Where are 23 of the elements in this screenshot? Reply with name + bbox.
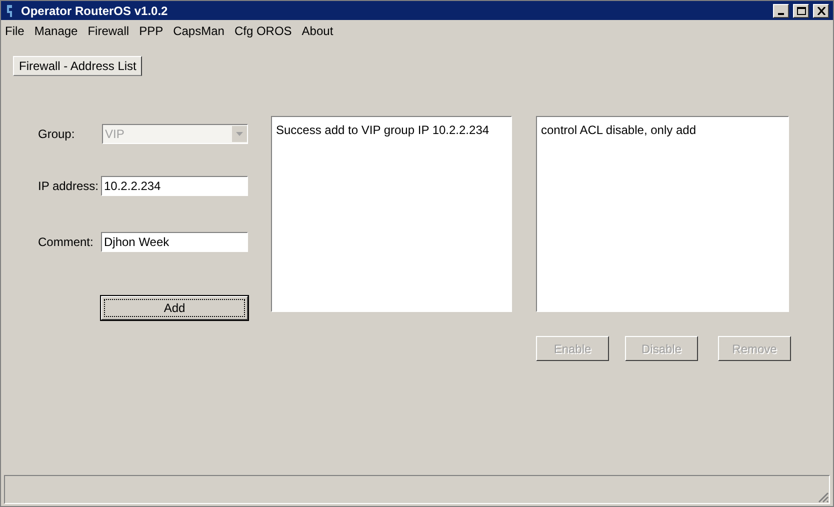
comment-field[interactable]: Djhon Week bbox=[101, 232, 248, 252]
window-title: Operator RouterOS v1.0.2 bbox=[21, 2, 169, 20]
result-text-box[interactable]: Success add to VIP group IP 10.2.2.234 bbox=[271, 116, 512, 312]
minimize-icon bbox=[778, 12, 784, 14]
menu-item[interactable]: File bbox=[5, 22, 24, 40]
maximize-button[interactable] bbox=[793, 4, 809, 18]
close-button[interactable] bbox=[813, 4, 829, 18]
menu-item[interactable]: Firewall bbox=[88, 22, 130, 40]
close-icon bbox=[816, 6, 826, 14]
menu-item[interactable]: CapsMan bbox=[173, 22, 224, 40]
field-label: IP address: bbox=[38, 178, 100, 195]
menu-item[interactable]: Cfg OROS bbox=[234, 22, 292, 40]
menu-item[interactable]: Manage bbox=[34, 22, 78, 40]
action-button[interactable]: Add bbox=[101, 296, 248, 320]
tab[interactable]: Firewall - Address List bbox=[13, 56, 142, 76]
field-label: Group: bbox=[38, 126, 76, 143]
maximize-icon bbox=[796, 6, 806, 14]
menu-item[interactable]: About bbox=[302, 22, 334, 40]
menu-item[interactable]: PPP bbox=[139, 22, 164, 40]
field-label: Comment: bbox=[38, 234, 94, 251]
acl-text-box[interactable]: control ACL disable, only add bbox=[536, 116, 789, 312]
minimize-button[interactable] bbox=[773, 4, 789, 18]
ip-address-field[interactable]: 10.2.2.234 bbox=[101, 176, 248, 196]
